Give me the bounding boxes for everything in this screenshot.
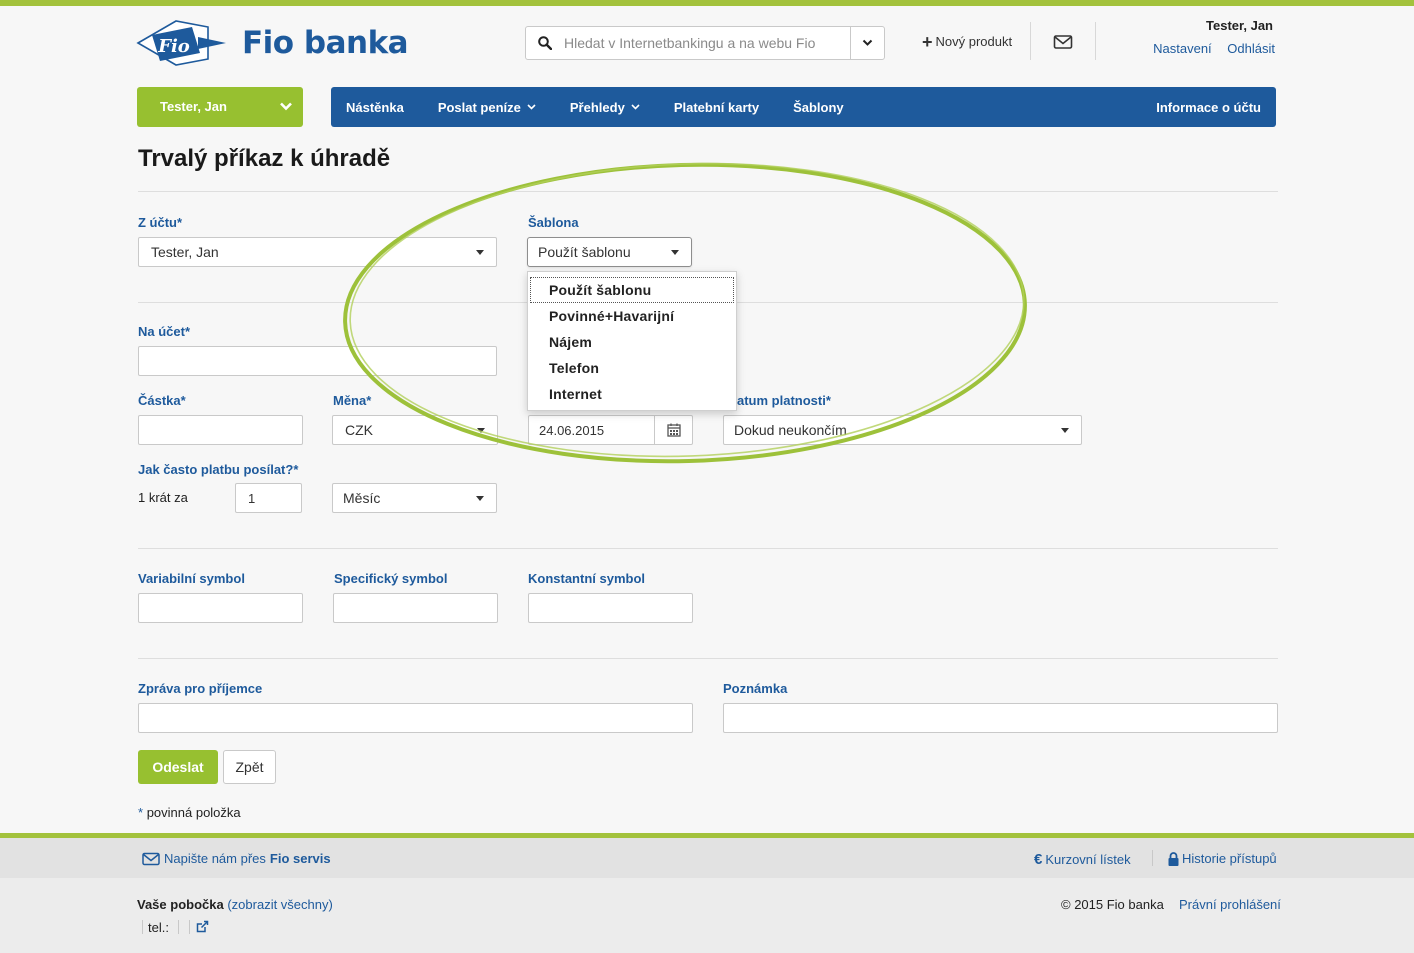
chevron-down-icon bbox=[280, 102, 292, 111]
nav-item-account-info[interactable]: Informace o účtu bbox=[1156, 100, 1261, 115]
search-box bbox=[525, 26, 885, 60]
search-icon[interactable] bbox=[526, 27, 564, 59]
nav-item-dashboard[interactable]: Nástěnka bbox=[346, 100, 404, 115]
validity-select[interactable]: Dokud neukončím bbox=[723, 415, 1082, 445]
amount-label: Částka* bbox=[138, 393, 186, 408]
nav-item-send-money[interactable]: Poslat peníze bbox=[438, 100, 536, 115]
user-name: Tester, Jan bbox=[1206, 18, 1273, 33]
chevron-down-icon bbox=[862, 39, 873, 46]
specific-symbol-label: Specifický symbol bbox=[334, 571, 448, 586]
contact-service-link[interactable]: Napište nám přes Fio servis bbox=[142, 851, 331, 866]
template-option[interactable]: Nájem bbox=[528, 329, 736, 355]
envelope-icon[interactable] bbox=[1053, 34, 1073, 50]
back-button[interactable]: Zpět bbox=[223, 750, 276, 784]
frequency-unit-select[interactable]: Měsíc bbox=[332, 483, 497, 513]
to-account-label: Na účet* bbox=[138, 324, 191, 339]
envelope-icon bbox=[142, 852, 160, 865]
divider bbox=[138, 548, 1278, 549]
template-option[interactable]: Internet bbox=[528, 381, 736, 407]
nav-item-overviews[interactable]: Přehledy bbox=[570, 100, 640, 115]
constant-symbol-input[interactable] bbox=[528, 593, 693, 623]
caret-down-icon bbox=[477, 428, 485, 433]
divider bbox=[138, 658, 1278, 659]
footer-divider bbox=[142, 920, 143, 934]
new-product-label: Nový produkt bbox=[935, 34, 1013, 49]
logout-link[interactable]: Odhlásit bbox=[1227, 41, 1275, 56]
fio-logo[interactable]: Fio Fio banka bbox=[136, 16, 416, 70]
legal-notice-link-wrap: Právní prohlášení bbox=[1179, 897, 1281, 912]
show-all-branches-link[interactable]: (zobrazit všechny) bbox=[227, 897, 332, 912]
legal-notice-link[interactable]: Právní prohlášení bbox=[1179, 897, 1281, 912]
external-link-icon[interactable] bbox=[196, 920, 209, 933]
from-account-label: Z účtu* bbox=[138, 215, 183, 230]
frequency-label: Jak často platbu posílat?* bbox=[138, 462, 299, 477]
account-selector-button[interactable]: Tester, Jan bbox=[137, 87, 303, 127]
caret-down-icon bbox=[476, 250, 484, 255]
top-accent-bar bbox=[0, 0, 1414, 6]
nav-item-payment-cards[interactable]: Platební karty bbox=[674, 100, 759, 115]
frequency-count-input[interactable]: 1 bbox=[235, 483, 302, 513]
caret-down-icon bbox=[671, 250, 679, 255]
header-divider bbox=[1030, 22, 1031, 60]
footer-info bbox=[0, 878, 1414, 953]
user-links: Nastavení Odhlásit bbox=[1141, 41, 1275, 56]
note-input[interactable] bbox=[723, 703, 1278, 733]
page-title: Trvalý příkaz k úhradě bbox=[138, 145, 391, 172]
search-input[interactable] bbox=[564, 28, 850, 58]
frequency-prefix: 1 krát za bbox=[138, 490, 188, 505]
amount-input[interactable] bbox=[138, 415, 303, 445]
footer-divider bbox=[178, 920, 179, 934]
branch-info: Vaše pobočka (zobrazit všechny) bbox=[137, 897, 333, 912]
copyright: © 2015 Fio banka bbox=[1061, 897, 1164, 912]
new-product-link[interactable]: + Nový produkt bbox=[922, 31, 1013, 52]
from-account-select[interactable]: Tester, Jan bbox=[138, 237, 497, 267]
account-selector-label: Tester, Jan bbox=[160, 99, 227, 114]
chevron-down-icon bbox=[527, 104, 536, 110]
currency-label: Měna* bbox=[333, 393, 372, 408]
caret-down-icon bbox=[476, 496, 484, 501]
template-dropdown-list: Použít šablonu Povinné+Havarijní Nájem T… bbox=[527, 271, 737, 411]
nav-item-templates[interactable]: Šablony bbox=[793, 100, 844, 115]
constant-symbol-label: Konstantní symbol bbox=[528, 571, 646, 586]
specific-symbol-input[interactable] bbox=[333, 593, 498, 623]
plus-icon: + bbox=[922, 31, 933, 52]
svg-text:Fio: Fio bbox=[157, 36, 190, 57]
settings-link[interactable]: Nastavení bbox=[1153, 41, 1212, 56]
fio-logo-icon: Fio bbox=[136, 20, 226, 66]
currency-select[interactable]: CZK bbox=[332, 415, 498, 445]
required-note: * povinná položka bbox=[138, 805, 241, 820]
caret-down-icon bbox=[1061, 428, 1069, 433]
calendar-icon[interactable] bbox=[654, 416, 692, 444]
message-input[interactable] bbox=[138, 703, 693, 733]
euro-icon: € bbox=[1034, 851, 1043, 868]
main-navigation: Nástěnka Poslat peníze Přehledy Platební… bbox=[331, 87, 1276, 127]
message-label: Zpráva pro příjemce bbox=[138, 681, 263, 696]
template-option[interactable]: Použít šablonu bbox=[530, 277, 734, 303]
start-date-input[interactable]: 24.06.2015 bbox=[528, 415, 693, 445]
header-divider bbox=[1095, 22, 1096, 60]
validity-label: atum platnosti* bbox=[737, 393, 831, 408]
divider bbox=[138, 191, 1278, 192]
chevron-down-icon bbox=[631, 104, 640, 110]
lock-icon bbox=[1168, 851, 1179, 866]
note-label: Poznámka bbox=[723, 681, 788, 696]
variable-symbol-label: Variabilní symbol bbox=[138, 571, 245, 586]
footer-divider bbox=[189, 920, 190, 934]
template-select[interactable]: Použít šablonu bbox=[527, 237, 692, 267]
logo-text: Fio banka bbox=[242, 25, 409, 61]
submit-button[interactable]: Odeslat bbox=[138, 750, 218, 784]
branch-phone: tel.: bbox=[148, 920, 169, 935]
footer-divider bbox=[1152, 850, 1153, 866]
template-label: Šablona bbox=[528, 215, 579, 230]
exchange-rates-link[interactable]: € Kurzovní lístek bbox=[1034, 851, 1131, 868]
variable-symbol-input[interactable] bbox=[138, 593, 303, 623]
to-account-input[interactable] bbox=[138, 346, 497, 376]
template-option[interactable]: Povinné+Havarijní bbox=[528, 303, 736, 329]
search-options-button[interactable] bbox=[850, 27, 884, 59]
access-history-link[interactable]: Historie přístupů bbox=[1168, 851, 1277, 866]
template-option[interactable]: Telefon bbox=[528, 355, 736, 381]
